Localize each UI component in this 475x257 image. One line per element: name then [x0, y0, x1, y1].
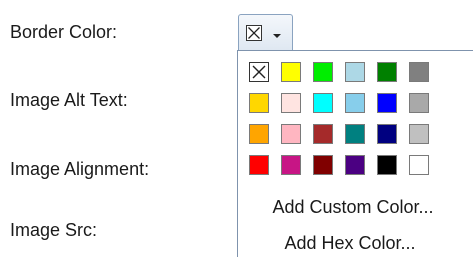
- border-color-picker-button[interactable]: [238, 14, 293, 50]
- color-swatch[interactable]: [377, 62, 397, 82]
- color-swatch[interactable]: [345, 124, 365, 144]
- color-swatch[interactable]: [409, 93, 429, 113]
- color-swatch[interactable]: [345, 62, 365, 82]
- no-color-icon: [252, 65, 266, 79]
- add-custom-color-button[interactable]: Add Custom Color...: [235, 196, 471, 218]
- no-color-swatch[interactable]: [249, 62, 269, 82]
- color-swatch[interactable]: [281, 93, 301, 113]
- no-color-icon: [246, 25, 262, 41]
- image-src-label: Image Src:: [10, 220, 98, 240]
- border-color-label: Border Color:: [10, 22, 118, 42]
- color-palette-dropdown: Add Custom Color... Add Hex Color...: [237, 50, 473, 257]
- color-swatch[interactable]: [345, 155, 365, 175]
- color-swatch[interactable]: [377, 93, 397, 113]
- image-alt-text-label: Image Alt Text:: [10, 90, 128, 110]
- color-swatch[interactable]: [409, 124, 429, 144]
- color-swatch[interactable]: [249, 155, 269, 175]
- color-swatch-grid: [249, 62, 429, 175]
- color-swatch[interactable]: [281, 155, 301, 175]
- add-hex-color-button[interactable]: Add Hex Color...: [232, 232, 468, 254]
- color-swatch[interactable]: [249, 93, 269, 113]
- color-swatch[interactable]: [281, 124, 301, 144]
- color-swatch[interactable]: [313, 155, 333, 175]
- color-swatch[interactable]: [313, 93, 333, 113]
- color-swatch[interactable]: [249, 124, 269, 144]
- color-swatch[interactable]: [313, 62, 333, 82]
- color-swatch[interactable]: [377, 155, 397, 175]
- color-swatch[interactable]: [345, 93, 365, 113]
- chevron-down-icon[interactable]: [271, 30, 283, 42]
- color-swatch[interactable]: [409, 155, 429, 175]
- color-swatch[interactable]: [313, 124, 333, 144]
- color-swatch[interactable]: [409, 62, 429, 82]
- color-swatch[interactable]: [281, 62, 301, 82]
- color-swatch[interactable]: [377, 124, 397, 144]
- image-alignment-label: Image Alignment:: [10, 159, 150, 179]
